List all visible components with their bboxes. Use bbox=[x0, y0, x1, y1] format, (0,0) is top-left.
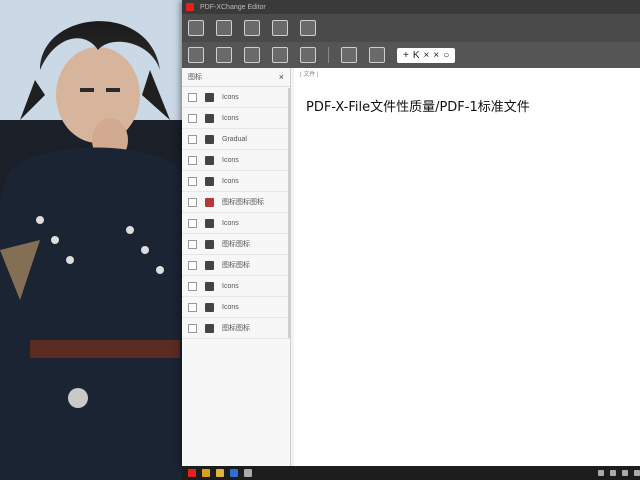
checkbox[interactable] bbox=[188, 176, 197, 186]
sidebar-item-label: 图标图标 bbox=[222, 241, 250, 248]
doc-header: | 文件 | bbox=[294, 68, 640, 78]
export-icon[interactable] bbox=[272, 47, 288, 63]
sidebar-item[interactable]: Icons bbox=[182, 87, 290, 108]
wifi-icon[interactable] bbox=[610, 470, 616, 476]
home-icon[interactable] bbox=[216, 20, 232, 36]
sidebar-item-label: Icons bbox=[222, 156, 239, 164]
sidebar-item-label: 图标图标 bbox=[222, 262, 250, 269]
folder-icon[interactable] bbox=[216, 469, 224, 477]
sidebar-item-label: Icons bbox=[222, 177, 239, 185]
sidebar-item[interactable]: 图标图标 bbox=[182, 234, 290, 255]
sidebar-item-label: Icons bbox=[222, 282, 239, 290]
sidebar-item[interactable]: Icons bbox=[182, 213, 290, 234]
sidebar-header: 图标 × bbox=[182, 68, 290, 87]
sidebar-item[interactable]: Icons bbox=[182, 276, 290, 297]
tray-up-icon[interactable] bbox=[598, 470, 604, 476]
checkbox[interactable] bbox=[188, 260, 197, 270]
checkbox[interactable] bbox=[188, 134, 197, 144]
thumbnail-icon bbox=[205, 92, 214, 102]
sidebar-scrollbar[interactable] bbox=[288, 88, 291, 338]
sidebar-panel: 图标 × Icons Icons Gradual Icons Icons 图标图标图标 Ic… bbox=[182, 68, 291, 466]
checkbox[interactable] bbox=[188, 197, 197, 207]
thumbnail-icon bbox=[205, 281, 214, 291]
doc-header-label: | 文件 | bbox=[300, 71, 319, 78]
mode-k[interactable]: K bbox=[413, 50, 420, 61]
print-icon[interactable] bbox=[216, 47, 232, 63]
start-icon[interactable] bbox=[188, 469, 196, 477]
taskbar bbox=[182, 466, 640, 480]
titlebar: PDF-XChange Editor bbox=[182, 0, 640, 14]
browser-icon[interactable] bbox=[230, 469, 238, 477]
wallpaper-illustration bbox=[0, 0, 182, 480]
mode-close-2[interactable]: × bbox=[433, 50, 439, 61]
save-icon[interactable] bbox=[188, 47, 204, 63]
checkbox[interactable] bbox=[188, 239, 197, 249]
document-view[interactable]: | 文件 | PDF-X-File文件性质量/PDF-1标准文件 bbox=[294, 68, 640, 466]
mode-selector: + K × × ○ bbox=[397, 47, 456, 63]
pdf-editor-window: PDF-XChange Editor + K × × ○ 图标 × Icons I… bbox=[182, 0, 640, 466]
sidebar-item[interactable]: 图标图标 bbox=[182, 318, 290, 339]
checkbox[interactable] bbox=[188, 155, 197, 165]
toolbar-row-2: + K × × ○ bbox=[182, 42, 640, 68]
sidebar-item[interactable]: 图标图标 bbox=[182, 255, 290, 276]
checkbox[interactable] bbox=[188, 281, 197, 291]
file-icon[interactable] bbox=[244, 20, 260, 36]
copy-icon[interactable] bbox=[244, 47, 260, 63]
system-tray bbox=[598, 470, 640, 476]
checkbox[interactable] bbox=[188, 302, 197, 312]
toolbar-separator bbox=[328, 47, 329, 63]
thumbnail-icon bbox=[205, 113, 214, 123]
sidebar-item[interactable]: Icons bbox=[182, 297, 290, 318]
document-title: PDF-X-File文件性质量/PDF-1标准文件 bbox=[306, 100, 530, 115]
close-icon[interactable]: × bbox=[279, 72, 284, 82]
sidebar-item[interactable]: Gradual bbox=[182, 129, 290, 150]
thumbnail-icon bbox=[205, 323, 214, 333]
clock-icon[interactable] bbox=[634, 470, 640, 476]
stamp-icon[interactable] bbox=[300, 47, 316, 63]
sidebar-item[interactable]: 图标图标图标 bbox=[182, 192, 290, 213]
mode-close-1[interactable]: × bbox=[424, 50, 430, 61]
sidebar-item-label: Gradual bbox=[222, 135, 247, 143]
volume-icon[interactable] bbox=[622, 470, 628, 476]
search-icon[interactable] bbox=[202, 469, 210, 477]
sidebar-item-label: Icons bbox=[222, 219, 239, 227]
checkbox[interactable] bbox=[188, 92, 197, 102]
thumbnail-icon bbox=[205, 155, 214, 165]
sidebar-item-label: Icons bbox=[222, 303, 239, 311]
thumbnail-icon bbox=[205, 239, 214, 249]
wallpaper-character-art bbox=[0, 0, 182, 480]
thumbnail-icon bbox=[205, 176, 214, 186]
sidebar-item[interactable]: Icons bbox=[182, 150, 290, 171]
mode-add[interactable]: + bbox=[403, 50, 409, 61]
checkbox[interactable] bbox=[188, 113, 197, 123]
thumbnail-icon bbox=[205, 218, 214, 228]
thumbnail-icon bbox=[205, 302, 214, 312]
sidebar-list: Icons Icons Gradual Icons Icons 图标图标图标 Icons 图标… bbox=[182, 87, 290, 339]
window-title: PDF-XChange Editor bbox=[200, 3, 266, 11]
mode-circle[interactable]: ○ bbox=[443, 50, 449, 61]
sidebar-item-label: 图标图标图标 bbox=[222, 199, 264, 206]
text-icon[interactable] bbox=[300, 20, 316, 36]
edit-icon[interactable] bbox=[369, 47, 385, 63]
app-logo-icon bbox=[186, 3, 194, 11]
sidebar-item-label: Icons bbox=[222, 114, 239, 122]
checkbox[interactable] bbox=[188, 323, 197, 333]
thumbnail-icon bbox=[205, 197, 214, 207]
sidebar-header-label: 图标 bbox=[188, 74, 202, 81]
undo-icon[interactable] bbox=[188, 20, 204, 36]
pdf-icon[interactable] bbox=[244, 469, 252, 477]
thumbnail-icon bbox=[205, 134, 214, 144]
sidebar-item-label: 图标图标 bbox=[222, 325, 250, 332]
sidebar-item[interactable]: Icons bbox=[182, 171, 290, 192]
toolbar-row-1 bbox=[182, 14, 640, 42]
bookmark-icon[interactable] bbox=[272, 20, 288, 36]
checkbox[interactable] bbox=[188, 218, 197, 228]
sidebar-item[interactable]: Icons bbox=[182, 108, 290, 129]
thumbnail-icon bbox=[205, 260, 214, 270]
sidebar-item-label: Icons bbox=[222, 93, 239, 101]
page-icon[interactable] bbox=[341, 47, 357, 63]
